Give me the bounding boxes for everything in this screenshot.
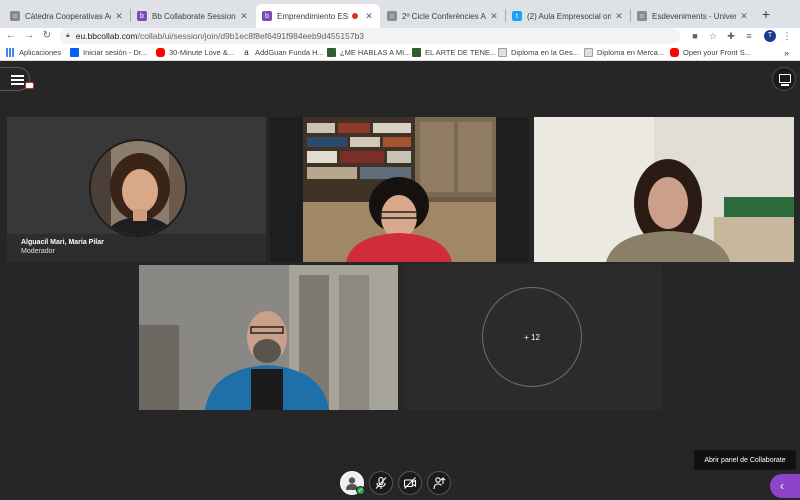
panel-tooltip: Abrir panel de Collaborate	[694, 450, 796, 470]
tab-emprendimiento[interactable]: b Emprendimiento ESS RE ✕	[256, 4, 380, 28]
hamburger-icon	[11, 75, 24, 77]
bookmark-diploma-merca[interactable]: Diploma en Merca...	[584, 47, 664, 58]
browser-toolbar: ← → ↻ 🔒︎ eu.bbcollab.com/collab/ui/sessi…	[0, 28, 800, 44]
camera-off-icon	[403, 477, 417, 489]
browser-window: ☺ Càtedra Cooperativas Agroa ✕ b Bb Coll…	[0, 0, 800, 500]
youtube-icon	[670, 48, 679, 57]
camera-icon[interactable]: ■	[688, 29, 702, 43]
media-icon[interactable]: ≡	[742, 29, 756, 43]
share-screen-button[interactable]	[772, 67, 796, 91]
tab-title: Bb Collaborate Sessions	[152, 11, 236, 21]
close-icon[interactable]: ✕	[364, 11, 374, 22]
participant-tile-moderator[interactable]: Alguacil Mari, Maria Pilar Moderador	[7, 117, 266, 262]
bookmark-apps[interactable]: Aplicaciones	[6, 47, 61, 58]
tab-title: Emprendimiento ESS RE	[277, 11, 349, 21]
recording-icon	[352, 13, 358, 19]
more-participants-tile[interactable]: + 12	[404, 265, 662, 410]
bookmarks-bar: Aplicaciones Iniciar sesión - Dr... 30-M…	[0, 44, 800, 61]
tab-bb-sessions[interactable]: b Bb Collaborate Sessions ✕	[131, 4, 255, 28]
dropbox-icon	[70, 48, 79, 57]
my-status-button[interactable]: ✓	[340, 471, 365, 495]
bb-icon: b	[137, 11, 147, 21]
microphone-muted-icon	[375, 476, 387, 489]
page-icon	[584, 48, 593, 57]
kebab-menu-icon[interactable]: ⋮	[780, 29, 794, 43]
avatar	[89, 139, 187, 237]
avatar-photo	[91, 141, 185, 235]
microphone-toggle-button[interactable]	[369, 471, 393, 495]
amazon-icon: a	[242, 48, 251, 57]
close-icon[interactable]: ✕	[114, 11, 124, 22]
close-icon[interactable]: ✕	[614, 11, 624, 22]
page-icon	[498, 48, 507, 57]
tab-title: Esdeveniments - Universitat	[652, 11, 736, 21]
bookmark-youtube-love[interactable]: 30-Minute Love &...	[156, 47, 234, 58]
person-icon: ☺	[10, 11, 20, 21]
close-icon[interactable]: ✕	[239, 11, 249, 22]
participant-tile-video-2[interactable]	[270, 117, 529, 262]
participant-tile-video-4[interactable]	[139, 265, 398, 410]
bookmark-me-hablas[interactable]: ¿ME HABLAS A MI...	[327, 47, 410, 58]
tab-title: 2º Cicle Conferències Aula E	[402, 11, 486, 21]
profile-avatar[interactable]: T	[764, 30, 776, 42]
open-collaborate-panel-button[interactable]: ‹	[770, 474, 800, 498]
participant-name: Alguacil Mari, Maria Pilar	[21, 239, 104, 246]
lock-icon: 🔒︎	[66, 32, 70, 39]
book-icon	[327, 48, 336, 57]
apps-grid-icon	[6, 48, 15, 57]
camera-toggle-button[interactable]	[398, 471, 422, 495]
url-path: /collab/ui/session/join/d9b1ec8f8ef6491f…	[137, 31, 365, 41]
chevron-left-icon: ‹	[780, 479, 784, 493]
book-icon	[412, 48, 421, 57]
address-bar[interactable]: 🔒︎ eu.bbcollab.com/collab/ui/session/joi…	[60, 28, 680, 44]
video-feed	[270, 117, 529, 262]
person-icon: ☺	[387, 11, 397, 21]
bookmark-open-front[interactable]: Open your Front S...	[670, 47, 751, 58]
star-icon[interactable]: ☆	[706, 29, 720, 43]
tab-esdeveniments[interactable]: ☺ Esdeveniments - Universitat ✕	[631, 4, 755, 28]
tab-cicle-conferencies[interactable]: ☺ 2º Cicle Conferències Aula E ✕	[381, 4, 505, 28]
tab-title: Càtedra Cooperativas Agroa	[25, 11, 111, 21]
twitter-icon: t	[512, 11, 522, 21]
raise-hand-icon	[433, 477, 446, 490]
bookmark-dropbox[interactable]: Iniciar sesión - Dr...	[70, 47, 147, 58]
video-feed	[139, 265, 398, 410]
tab-twitter[interactable]: t (2) Aula Empresocial on Twi ✕	[506, 4, 630, 28]
new-tab-button[interactable]: +	[758, 6, 774, 22]
bb-icon: b	[262, 11, 272, 21]
screen-icon	[779, 74, 791, 83]
checkmark-icon: ✓	[356, 486, 365, 495]
bookmark-amazon[interactable]: a AddGuan Funda H...	[242, 47, 324, 58]
tab-catedra[interactable]: ☺ Càtedra Cooperativas Agroa ✕	[4, 4, 130, 28]
close-icon[interactable]: ✕	[489, 11, 499, 22]
more-participants-count[interactable]: + 12	[482, 287, 582, 387]
session-menu-button[interactable]	[0, 67, 34, 91]
tab-strip: ☺ Càtedra Cooperativas Agroa ✕ b Bb Coll…	[0, 0, 800, 28]
collaborate-stage: Alguacil Mari, Maria Pilar Moderador + 1…	[0, 62, 800, 500]
tab-title: (2) Aula Empresocial on Twi	[527, 11, 611, 21]
bookmark-arte[interactable]: EL ARTE DE TENE...	[412, 47, 496, 58]
person-icon: ☺	[637, 11, 647, 21]
back-arrow-icon[interactable]: ←	[4, 29, 18, 43]
youtube-icon	[156, 48, 165, 57]
recording-icon	[25, 82, 34, 89]
bookmarks-overflow-icon[interactable]: »	[784, 47, 789, 58]
video-feed	[534, 117, 794, 262]
raise-hand-button[interactable]	[427, 471, 451, 495]
forward-arrow-icon[interactable]: →	[22, 29, 36, 43]
url-host: eu.bbcollab.com	[75, 31, 138, 41]
session-controls: ✓	[340, 471, 451, 497]
participant-role: Moderador	[21, 248, 55, 255]
reload-icon[interactable]: ↻	[40, 29, 54, 43]
extensions-icon[interactable]: ✚	[724, 29, 738, 43]
participant-tile-video-3[interactable]	[534, 117, 794, 262]
bookmark-diploma-ges[interactable]: Diploma en la Ges...	[498, 47, 579, 58]
close-icon[interactable]: ✕	[739, 11, 749, 22]
